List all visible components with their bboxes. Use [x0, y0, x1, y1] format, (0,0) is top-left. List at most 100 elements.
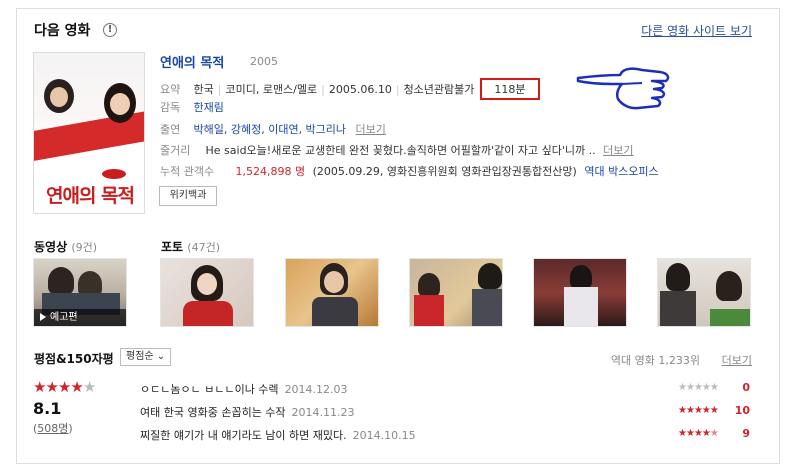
photo-thumbnail[interactable]	[160, 258, 254, 327]
alltime-rank: 역대 영화 1,233위	[610, 354, 700, 367]
review-text: 찌질한 얘기가 내 얘기라도 남이 하면 재밌다.	[140, 429, 347, 442]
genre: 코미디, 로맨스/멜로	[225, 83, 318, 96]
photo-thumbnail[interactable]	[657, 258, 751, 327]
photo-figure-hair-2	[478, 263, 502, 289]
review-date: 2014.12.03	[284, 383, 348, 396]
review-stars: ★★★★★	[678, 382, 719, 393]
video-count: (9건)	[71, 241, 98, 254]
star-icon: ★	[685, 428, 695, 439]
photo-figure-hair	[570, 265, 592, 289]
star-icon: ★	[709, 405, 719, 416]
poster-title-text: 연애의 목적	[45, 185, 135, 207]
info-icon[interactable]: !	[103, 23, 117, 37]
audience-note: (2005.09.29, 영화진흥위원회 영화관입장권통합전산망)	[312, 165, 577, 178]
photo-thumbnail[interactable]	[409, 258, 503, 327]
audience-count: 1,524,898 명	[235, 165, 306, 178]
photo-label: 포토	[161, 240, 184, 254]
star-icon: ★	[678, 428, 687, 439]
movie-year: 2005	[250, 55, 278, 68]
other-sites-link[interactable]: 다른 영화 사이트 보기	[641, 22, 752, 39]
pointing-hand-icon	[576, 67, 670, 110]
age-rating: 청소년관람불가	[403, 83, 475, 96]
wiki-button[interactable]: 위키백과	[159, 186, 217, 206]
review-score: 9	[742, 427, 750, 440]
photo-figure-hair	[666, 263, 690, 291]
audience-label: 누적 관객수	[160, 165, 215, 178]
review-item: 여태 한국 영화중 손꼽히는 수작 2014.11.23	[140, 404, 355, 420]
average-star-rating: ★★★★★	[33, 378, 96, 396]
review-text: ㅇㄷㄴ놈ㅇㄴ ㅂㄴㄴ이나 수렉	[140, 383, 279, 396]
play-icon	[40, 313, 46, 321]
review-date: 2014.11.23	[291, 406, 355, 419]
boxoffice-link[interactable]: 역대 박스오피스	[584, 165, 658, 178]
review-item: 찌질한 얘기가 내 얘기라도 남이 하면 재밌다. 2014.10.15	[140, 427, 416, 443]
photo-figure-coat	[414, 295, 444, 326]
movie-title-link[interactable]: 연애의 목적	[160, 52, 224, 71]
review-score: 10	[734, 404, 750, 417]
photo-thumbnail[interactable]	[533, 258, 627, 327]
photo-figure-shirt	[564, 287, 598, 326]
summary-label: 요약	[160, 83, 181, 96]
photo-figure-coat	[183, 301, 233, 326]
video-caption: 예고편	[50, 312, 78, 323]
star-icon: ★	[685, 405, 695, 416]
director-label: 감독	[160, 101, 181, 114]
star-icon: ★	[709, 428, 719, 439]
star-icon: ★	[685, 382, 695, 393]
video-thumbnail[interactable]: 예고편	[33, 258, 127, 327]
movie-poster[interactable]: 연애의 목적	[33, 52, 145, 214]
video-caption-bar: 예고편	[34, 309, 126, 326]
photo-figure-body	[312, 297, 358, 326]
photo-figure-body-2	[472, 289, 502, 326]
photo-count: (47건)	[187, 241, 220, 254]
review-stars: ★★★★★	[678, 428, 719, 439]
video-section-header[interactable]: 동영상 (9건)	[34, 238, 97, 255]
average-score: 8.1	[33, 399, 62, 418]
photo-figure-body	[660, 291, 696, 326]
poster-face-1	[50, 87, 68, 107]
summary-row: 요약 한국 | 코미디, 로맨스/멜로 | 2005.06.10 | 청소년관람불가 118분	[160, 78, 540, 100]
sort-dropdown[interactable]: 평점순 ⌄	[120, 348, 172, 366]
star-icon: ★	[57, 378, 71, 396]
sort-label: 평점순	[126, 351, 154, 362]
rating-section-title: 평점&150자평	[34, 352, 114, 366]
plot-text: He said오늘!새로운 교생한테 완전 꽂혔다.솔직하면 어필할까'같이 자…	[205, 144, 596, 157]
star-icon: ★	[701, 382, 711, 393]
star-icon: ★	[701, 405, 711, 416]
poster-flower	[102, 169, 126, 179]
reviews-more-link[interactable]: 더보기	[722, 352, 752, 368]
star-icon: ★	[678, 382, 687, 393]
country: 한국	[193, 83, 214, 96]
photo-figure-face	[197, 273, 217, 295]
photo-figure-face	[324, 271, 344, 293]
photo-thumbnail[interactable]	[285, 258, 379, 327]
review-item: ㅇㄷㄴ놈ㅇㄴ ㅂㄴㄴ이나 수렉 2014.12.03	[140, 381, 348, 397]
cast-more-link[interactable]: 더보기	[356, 123, 386, 136]
star-icon: ★	[33, 378, 46, 396]
rater-count[interactable]: (508명)	[33, 420, 73, 436]
star-icon: ★	[701, 428, 711, 439]
review-score: 0	[742, 381, 750, 394]
director-link[interactable]: 한재림	[194, 101, 224, 114]
chevron-down-icon: ⌄	[156, 351, 166, 362]
star-icon: ★	[45, 378, 58, 396]
photo-figure-hair	[418, 273, 440, 297]
cast-row: 출연 박해일, 강혜정, 이대연, 박그리나 더보기	[160, 121, 386, 137]
review-stars: ★★★★★	[678, 405, 719, 416]
release-date: 2005.06.10	[328, 83, 392, 96]
photo-figure-hair-2	[716, 271, 742, 301]
star-icon: ★	[693, 405, 703, 416]
cast-links[interactable]: 박해일, 강혜정, 이대연, 박그리나	[194, 123, 347, 136]
plot-label: 줄거리	[160, 144, 191, 157]
star-icon: ★	[678, 405, 687, 416]
section-title: 다음 영화	[34, 23, 91, 39]
plot-more-link[interactable]: 더보기	[603, 144, 633, 157]
director-row: 감독 한재림	[160, 99, 224, 115]
photo-section-header[interactable]: 포토 (47건)	[161, 238, 220, 255]
runtime: 118분	[494, 83, 526, 96]
review-date: 2014.10.15	[352, 429, 416, 442]
cast-label: 출연	[160, 123, 181, 136]
runtime-highlight-box: 118분	[480, 78, 540, 100]
video-figure-1	[48, 267, 74, 295]
rater-count-value: 508명	[37, 422, 69, 435]
